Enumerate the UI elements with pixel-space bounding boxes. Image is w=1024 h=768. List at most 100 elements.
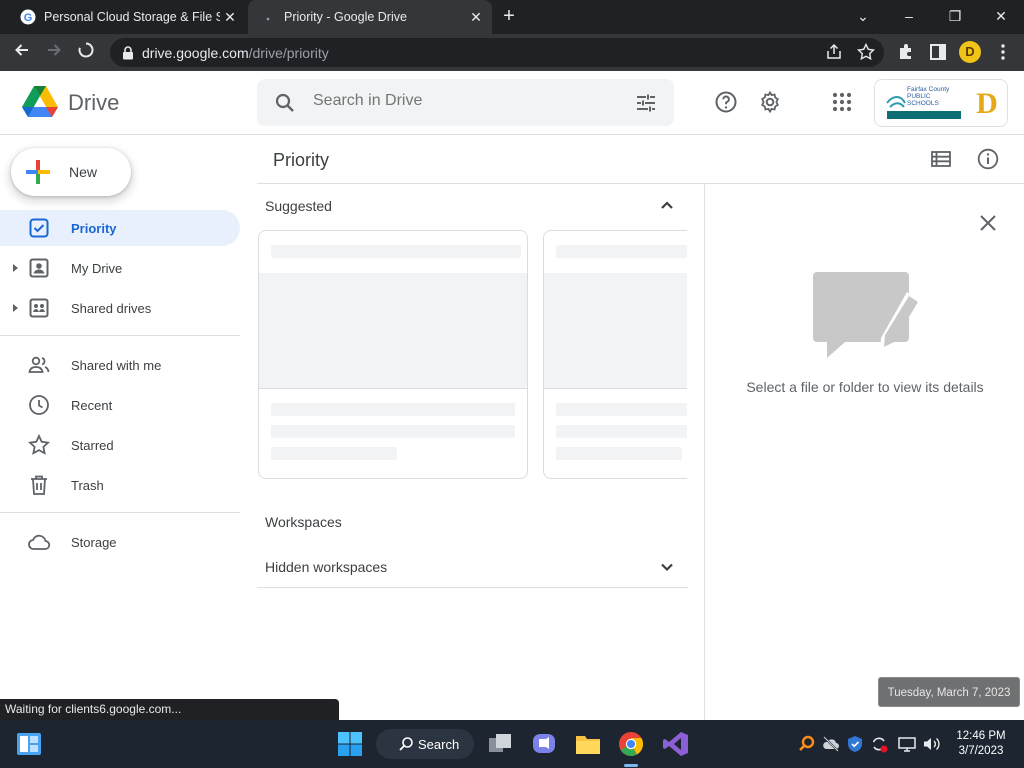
workspaces-divider [257, 587, 688, 588]
tab-title: Priority - Google Drive [284, 10, 407, 24]
url-host: drive.google.com [142, 44, 249, 61]
content-pane: Suggested Workspaces Hidden workspaces [257, 184, 704, 720]
close-window-icon[interactable]: ✕ [987, 4, 1015, 28]
details-pane: Select a file or folder to view its deta… [704, 184, 1024, 720]
active-app-indicator [624, 764, 638, 767]
sidebar-divider [0, 335, 240, 336]
suggested-file-card[interactable] [258, 230, 528, 479]
sidebar-item-label: Shared drives [71, 300, 152, 316]
chrome-icon[interactable] [616, 729, 646, 759]
new-tab-icon[interactable]: + [498, 6, 520, 28]
tab-search-chevron-icon[interactable]: ⌄ [849, 4, 877, 28]
loading-placeholder [271, 425, 515, 438]
hidden-workspaces-header[interactable]: Hidden workspaces [265, 559, 387, 575]
side-panel-icon[interactable] [928, 42, 948, 62]
trash-icon [31, 475, 47, 495]
task-view-icon[interactable] [485, 729, 515, 759]
account-avatar[interactable]: D [971, 87, 1003, 121]
speech-bubble-pencil-illustration [813, 272, 918, 358]
tab-priority-google-drive[interactable]: Priority - Google Drive ✕ [248, 0, 492, 34]
security-shield-icon[interactable] [845, 734, 865, 754]
stop-loading-icon[interactable] [73, 40, 99, 66]
google-apps-grid-icon[interactable] [830, 90, 854, 114]
close-tab-icon[interactable]: ✕ [220, 9, 240, 26]
sidebar-item-trash[interactable]: Trash [0, 467, 240, 503]
account-switcher[interactable]: Fairfax County PUBLIC SCHOOLS D [874, 79, 1008, 127]
system-clock[interactable]: 12:46 PM 3/7/2023 [950, 729, 1012, 759]
windows-start-icon[interactable] [335, 729, 365, 759]
tab-personal-cloud-storage[interactable]: G Personal Cloud Storage & File Sh ✕ [8, 0, 246, 34]
expand-caret-icon[interactable] [11, 304, 19, 312]
visual-studio-icon[interactable] [661, 729, 691, 759]
sidebar-item-shared-with-me[interactable]: Shared with me [0, 347, 240, 383]
suggested-header[interactable]: Suggested [265, 198, 332, 214]
sidebar-item-starred[interactable]: Starred [0, 427, 240, 463]
workspaces-header: Workspaces [265, 514, 342, 530]
browser-toolbar: drive.google.com/drive/priority D [0, 34, 1024, 71]
windows-taskbar: Search 12:46 PM 3/7/2023 [0, 720, 1024, 768]
close-tab-icon[interactable]: ✕ [466, 9, 486, 26]
volume-icon[interactable] [921, 734, 941, 754]
shared-drives-icon [29, 298, 49, 318]
star-icon [27, 433, 51, 455]
extensions-puzzle-icon[interactable] [896, 42, 916, 62]
sidebar-item-recent[interactable]: Recent [0, 387, 240, 423]
address-bar[interactable]: drive.google.com/drive/priority [110, 38, 884, 67]
sidebar-item-shared-drives[interactable]: Shared drives [0, 290, 240, 326]
profile-avatar[interactable]: D [959, 41, 981, 63]
chrome-menu-icon[interactable] [993, 42, 1013, 62]
suggested-file-card[interactable] [543, 230, 687, 479]
search-icon[interactable] [274, 92, 296, 114]
sidebar-divider [0, 512, 240, 513]
priority-check-icon [29, 218, 49, 238]
chevron-down-icon[interactable] [658, 558, 676, 576]
page-title: Priority [273, 150, 330, 170]
sidebar-item-priority[interactable]: Priority [0, 210, 240, 246]
search-icon [399, 737, 413, 751]
loading-placeholder [556, 447, 682, 460]
forward-icon[interactable] [41, 40, 67, 66]
taskbar-search-label: Search [418, 736, 460, 752]
sync-alert-icon[interactable] [869, 734, 889, 754]
chevron-up-icon[interactable] [658, 196, 676, 214]
file-explorer-icon[interactable] [573, 729, 603, 759]
google-g-icon: G [20, 9, 36, 25]
loading-placeholder [556, 425, 687, 438]
search-box[interactable] [257, 79, 674, 126]
list-view-icon[interactable] [929, 147, 953, 171]
expand-caret-icon[interactable] [11, 264, 19, 272]
sidebar-item-label: Storage [71, 534, 117, 550]
teams-chat-icon[interactable] [529, 729, 559, 759]
plus-icon [26, 160, 50, 184]
close-icon[interactable] [977, 212, 999, 234]
sidebar-item-label: My Drive [71, 260, 123, 276]
my-drive-icon [29, 258, 49, 278]
share-icon[interactable] [824, 42, 844, 62]
google-drive-logo-icon[interactable] [22, 85, 58, 119]
loading-placeholder [556, 403, 687, 416]
bookmark-star-icon[interactable] [856, 42, 876, 62]
sidebar-item-label: Recent [71, 397, 113, 413]
help-icon[interactable] [714, 90, 738, 114]
network-icon[interactable] [897, 734, 917, 754]
sidebar-item-my-drive[interactable]: My Drive [0, 250, 240, 286]
back-icon[interactable] [9, 40, 35, 66]
loading-icon [266, 17, 270, 21]
search-magnifier-tray-icon[interactable] [797, 734, 817, 754]
taskbar-search-button[interactable]: Search [376, 729, 474, 759]
settings-gear-icon[interactable] [758, 90, 782, 114]
onedrive-offline-icon[interactable] [821, 734, 841, 754]
screen: G Personal Cloud Storage & File Sh ✕ Pri… [0, 0, 1024, 768]
search-input[interactable] [313, 92, 613, 110]
file-preview-placeholder [544, 273, 687, 389]
info-icon[interactable] [976, 147, 1000, 171]
restore-icon[interactable]: ❐ [941, 4, 969, 28]
tab-title: Personal Cloud Storage & File Sh [44, 10, 220, 24]
minimize-icon[interactable]: – [895, 4, 923, 28]
sidebar-item-storage[interactable]: Storage [0, 524, 240, 560]
widgets-icon[interactable] [14, 729, 44, 759]
new-button[interactable]: New [11, 148, 131, 196]
search-options-icon[interactable] [634, 91, 658, 115]
browser-status-bubble: Waiting for clients6.google.com... [0, 699, 339, 720]
app-name[interactable]: Drive [68, 90, 119, 116]
